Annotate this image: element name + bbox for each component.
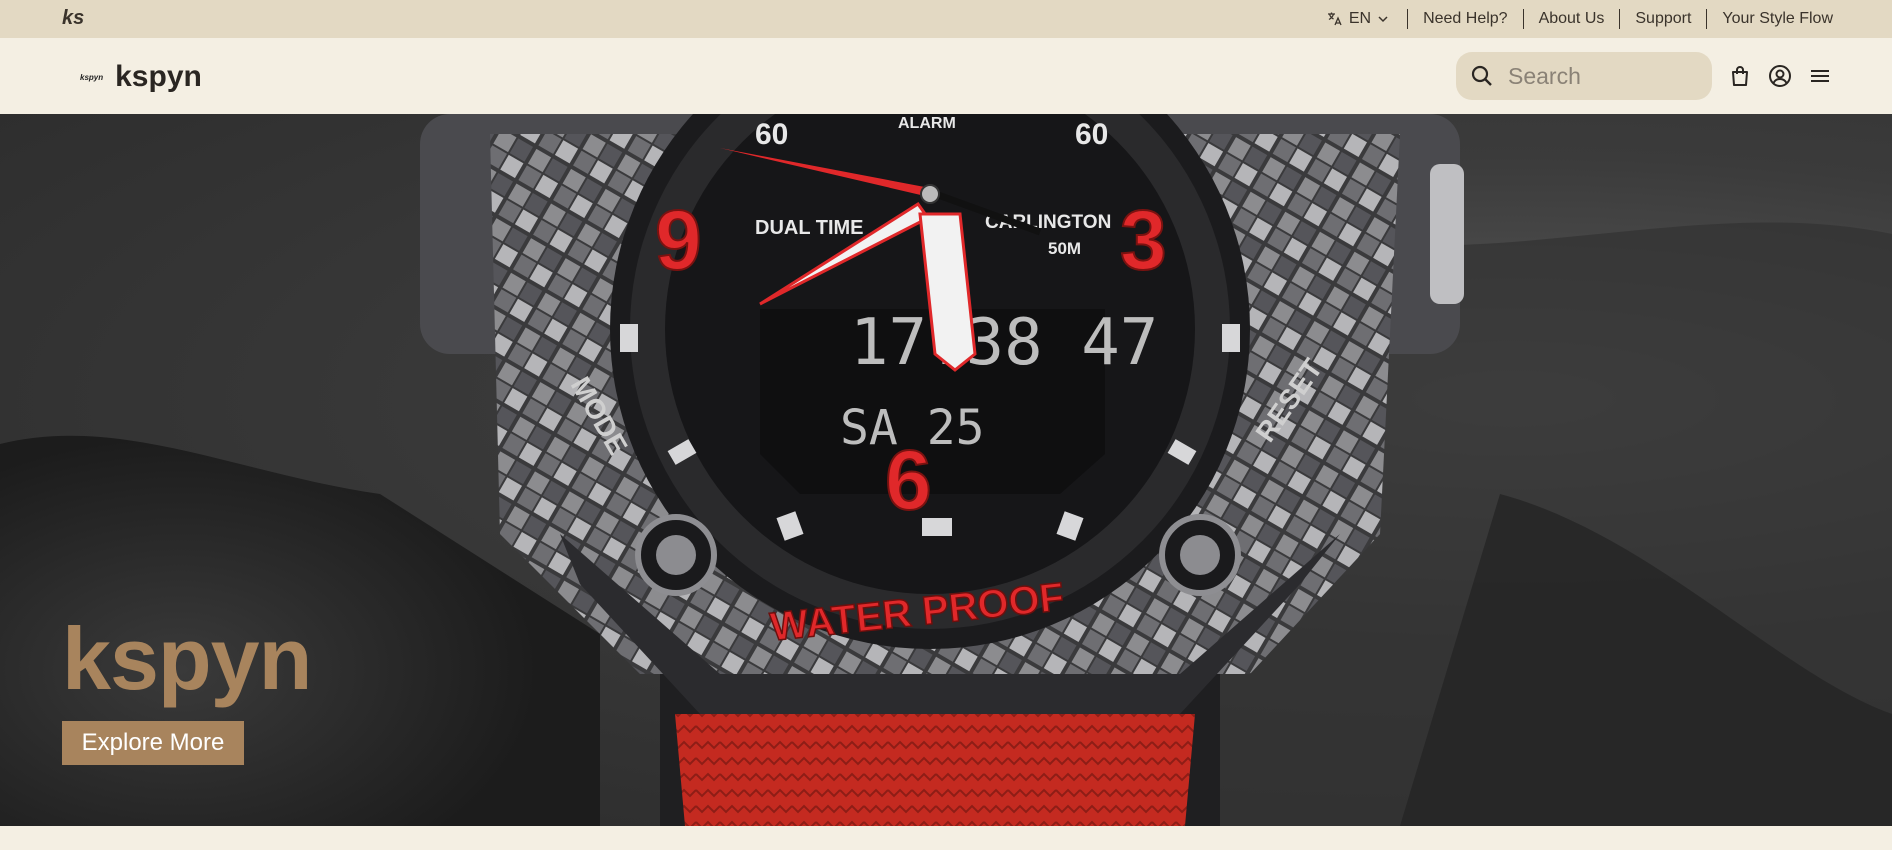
bag-icon[interactable] (1728, 64, 1752, 88)
hero-watch-image: 17:38 47 SA 25 ALARM DUAL TIME CARLINGTO… (0, 114, 1892, 826)
watch-dual-time: DUAL TIME (755, 217, 864, 239)
watch-depth: 50M (1048, 239, 1081, 258)
watch-60-left: 60 (755, 118, 788, 151)
page-bottom-strip (0, 826, 1892, 850)
explore-more-button[interactable]: Explore More (62, 721, 244, 765)
search-input[interactable] (1508, 62, 1698, 90)
brand-mark[interactable]: ks (62, 7, 84, 30)
watch-num-3: 3 (1120, 193, 1167, 287)
account-icon[interactable] (1768, 64, 1792, 88)
hero-banner: 17:38 47 SA 25 ALARM DUAL TIME CARLINGTO… (0, 114, 1892, 826)
utility-bar: ks EN Need Help? About Us Support Your S… (0, 0, 1892, 38)
menu-icon[interactable] (1808, 64, 1832, 88)
logo[interactable]: kspyn kspyn (80, 60, 202, 94)
search-box[interactable] (1456, 52, 1712, 100)
watch-alarm: ALARM (898, 115, 956, 132)
logo-mark: kspyn (80, 72, 104, 82)
link-style-flow[interactable]: Your Style Flow (1706, 9, 1833, 29)
site-header: kspyn kspyn (0, 38, 1892, 114)
watch-num-9: 9 (655, 193, 702, 287)
link-need-help[interactable]: Need Help? (1407, 9, 1523, 29)
link-about-us[interactable]: About Us (1522, 9, 1620, 29)
chevron-down-icon (1378, 16, 1388, 23)
language-selector[interactable]: EN (1327, 10, 1407, 28)
utility-links: EN Need Help? About Us Support Your Styl… (1327, 0, 1833, 38)
watch-num-6: 6 (885, 433, 932, 527)
language-label: EN (1348, 10, 1372, 27)
link-support[interactable]: Support (1619, 9, 1706, 29)
translate-icon (1327, 12, 1342, 26)
logo-name: kspyn (115, 60, 202, 93)
watch-60-right: 60 (1075, 118, 1108, 151)
search-icon[interactable] (1470, 64, 1494, 88)
hero-title: kspyn (62, 609, 312, 708)
watch-digital-time: 17:38 47 (850, 306, 1158, 380)
